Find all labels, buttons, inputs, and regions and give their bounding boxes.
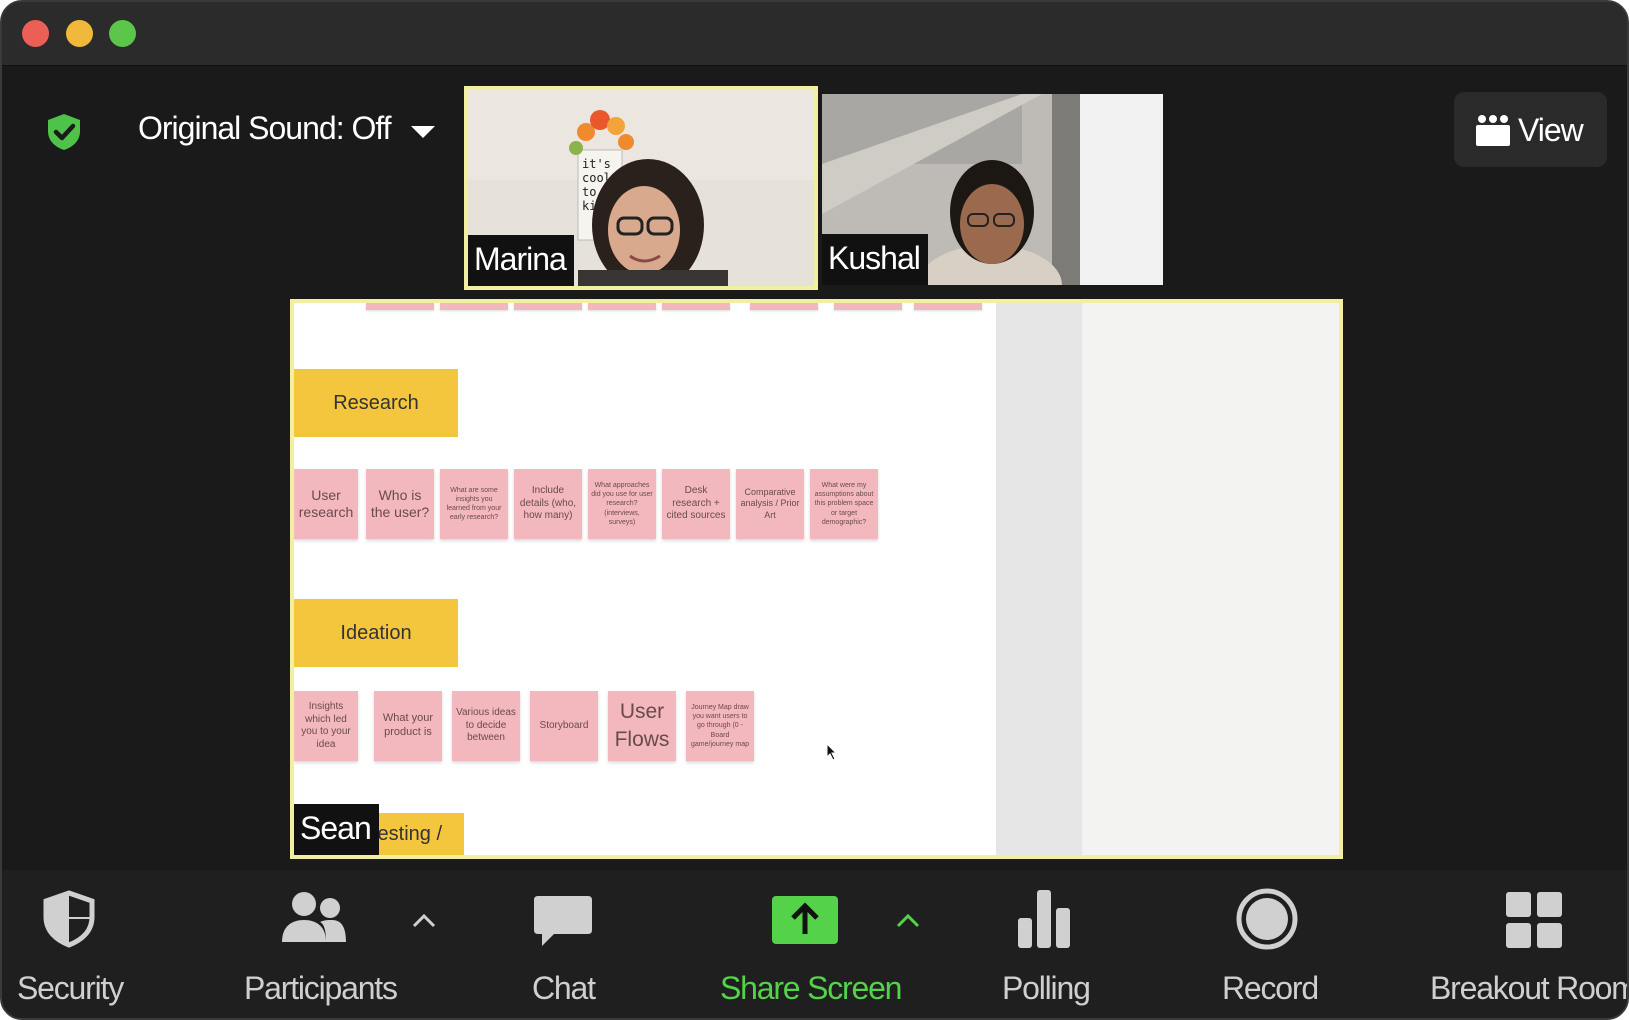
side-panel: [1082, 303, 1339, 855]
sticky-note: What your product is: [374, 691, 442, 761]
close-window-button[interactable]: [22, 20, 49, 47]
breakout-grid-icon: [1506, 892, 1562, 948]
view-label: View: [1518, 112, 1584, 148]
breakout-rooms-button[interactable]: Breakout Room: [1426, 870, 1629, 1018]
sticky-note: Journey Map draw you want users to go th…: [686, 691, 754, 761]
record-label: Record: [1222, 970, 1319, 1006]
polling-button[interactable]: Polling: [992, 870, 1112, 1018]
presenter-name-tag: Sean: [294, 804, 379, 855]
section-label-research: Research: [294, 369, 458, 437]
sticky-note: [662, 303, 730, 310]
shared-screen[interactable]: Research User research Who is the user? …: [290, 299, 1343, 859]
participant-name-tag: Kushal: [822, 234, 928, 285]
view-button[interactable]: View: [1454, 92, 1607, 167]
sticky-note: [440, 303, 508, 310]
polling-label: Polling: [1002, 970, 1091, 1006]
whiteboard: Research User research Who is the user? …: [294, 303, 996, 855]
security-button[interactable]: Security: [2, 870, 142, 1018]
sticky-note: Insights which led you to your idea: [294, 691, 358, 761]
sticky-note: Storyboard: [530, 691, 598, 761]
title-bar: [2, 2, 1627, 66]
video-tile-marina[interactable]: it's cool to b kin Marina: [464, 86, 818, 290]
share-screen-button[interactable]: Share Screen: [714, 870, 902, 1018]
sticky-note: User Flows: [608, 691, 676, 761]
section-label-ideation: Ideation: [294, 599, 458, 667]
chat-label: Chat: [532, 970, 596, 1006]
participants-button[interactable]: Participants: [232, 870, 402, 1018]
sticky-note: What approaches did you use for user res…: [588, 469, 656, 539]
breakout-rooms-label: Breakout Room: [1430, 970, 1629, 1006]
sticky-note: [914, 303, 982, 310]
meeting-area: Original Sound: Off it's cool to b kin M…: [2, 66, 1627, 870]
chevron-up-icon[interactable]: [412, 912, 436, 928]
shield-check-icon[interactable]: [44, 112, 84, 152]
participants-label: Participants: [244, 970, 398, 1006]
sticky-note: Desk research + cited sources: [662, 469, 730, 539]
sticky-note: Who is the user?: [366, 469, 434, 539]
sticky-note: What are some insights you learned from …: [440, 469, 508, 539]
zoom-window: Original Sound: Off it's cool to b kin M…: [0, 0, 1629, 1020]
sticky-note: [514, 303, 582, 310]
sticky-note: [834, 303, 902, 310]
sticky-note: Comparative analysis / Prior Art: [736, 469, 804, 539]
shield-icon: [43, 890, 95, 948]
maximize-window-button[interactable]: [109, 20, 136, 47]
sticky-note: [750, 303, 818, 310]
minimize-window-button[interactable]: [66, 20, 93, 47]
chevron-down-icon[interactable]: [410, 124, 436, 140]
sticky-note: Various ideas to decide between: [452, 691, 520, 761]
sticky-note: User research: [294, 469, 358, 539]
sticky-note: [588, 303, 656, 310]
mouse-cursor-icon: [826, 743, 838, 761]
security-label: Security: [17, 970, 124, 1006]
share-screen-icon: [772, 896, 838, 944]
video-tile-kushal[interactable]: Kushal: [822, 94, 1163, 285]
participant-name-tag: Marina: [468, 235, 574, 286]
chat-bubble-icon: [534, 896, 592, 946]
gallery-grid-icon: [1476, 115, 1510, 146]
share-screen-label: Share Screen: [720, 970, 902, 1006]
record-button[interactable]: Record: [1210, 870, 1330, 1018]
scroll-area: [996, 303, 1082, 855]
meeting-toolbar: Security Participants Chat Share Screen …: [2, 870, 1629, 1018]
bar-chart-icon: [1018, 890, 1070, 948]
svg-text:it's: it's: [582, 157, 611, 171]
sticky-note: [366, 303, 434, 310]
sticky-note: Include details (who, how many): [514, 469, 582, 539]
original-sound-label[interactable]: Original Sound: Off: [138, 110, 392, 147]
sticky-note: What were my assumptions about this prob…: [810, 469, 878, 539]
chat-button[interactable]: Chat: [502, 870, 622, 1018]
record-icon: [1236, 888, 1298, 950]
participants-icon: [282, 892, 346, 942]
chevron-up-icon[interactable]: [896, 912, 920, 928]
